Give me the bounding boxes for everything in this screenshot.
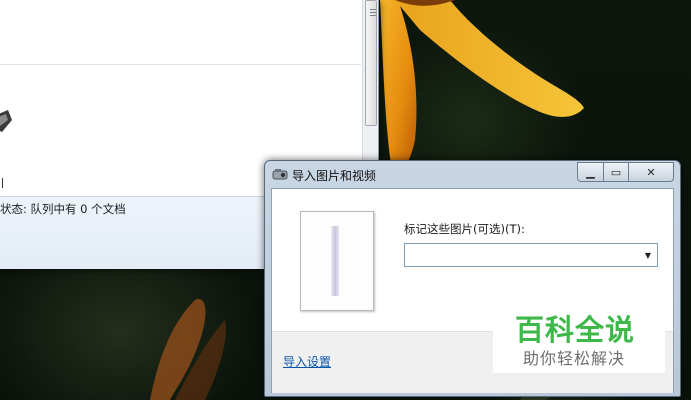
close-button[interactable]: ✕ [629, 162, 674, 182]
picture-thumbnail [300, 211, 374, 311]
tag-pictures-label: 标记这些图片(可选)(T): [404, 222, 525, 236]
queue-status-text: 状态: 队列中有 0 个文档 [0, 202, 126, 216]
text-cursor [2, 178, 3, 188]
watermark-logo: 百科全说 助你轻松解决 [493, 301, 665, 373]
import-settings-link[interactable]: 导入设置 [283, 353, 331, 370]
dialog-titlebar[interactable]: 导入图片和视频 ▁ ▭ ✕ [265, 161, 680, 188]
printer-icon [0, 110, 12, 143]
maximize-button[interactable]: ▭ [604, 162, 629, 182]
chevron-down-icon[interactable]: ▼ [641, 244, 655, 266]
scrollbar-grip-icon [370, 9, 376, 18]
dialog-title: 导入图片和视频 [292, 169, 377, 183]
scrollbar-thumb[interactable] [365, 0, 377, 126]
caption-buttons: ▁ ▭ ✕ [577, 162, 674, 182]
tag-input[interactable] [405, 244, 641, 266]
minimize-button[interactable]: ▁ [577, 162, 604, 182]
maximize-icon: ▭ [610, 165, 622, 179]
close-icon: ✕ [646, 165, 656, 179]
list-divider [0, 64, 361, 65]
scanner-camera-icon [272, 167, 288, 184]
watermark-title: 百科全说 [515, 313, 636, 347]
watermark-subtitle: 助你轻松解决 [523, 349, 626, 368]
tag-combobox[interactable]: ▼ [404, 243, 658, 267]
minimize-icon: ▁ [586, 165, 595, 179]
thumbnail-content [331, 226, 339, 296]
